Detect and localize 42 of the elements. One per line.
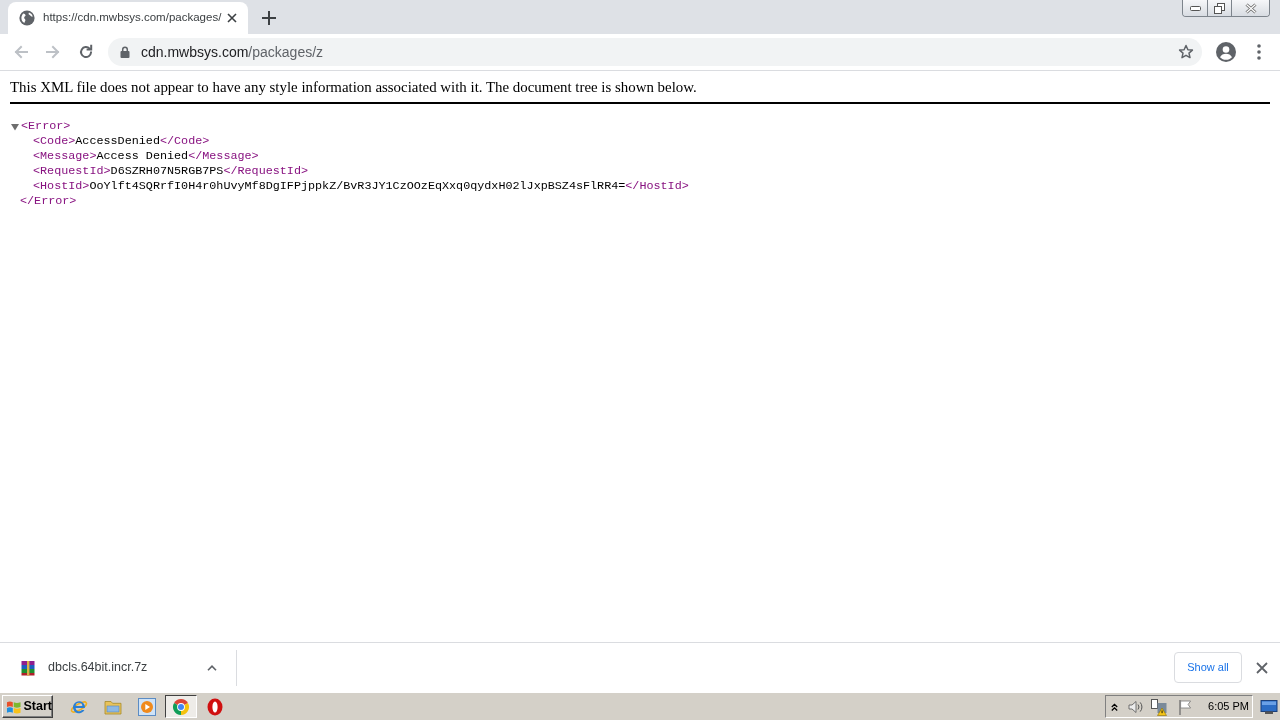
caret-icon[interactable]	[207, 664, 217, 671]
restore-button[interactable]	[1207, 0, 1231, 16]
lock-icon	[120, 46, 130, 58]
network-warning-icon[interactable]	[1150, 697, 1169, 716]
xml-line: </Error>	[20, 194, 77, 209]
o-logo-icon[interactable]	[206, 697, 224, 716]
reload-icon[interactable]	[78, 44, 94, 60]
minimize-button[interactable]	[1183, 0, 1207, 16]
person-icon[interactable]	[1216, 42, 1236, 62]
close-icon[interactable]	[1256, 661, 1268, 674]
collapse-triangle-icon[interactable]	[11, 122, 19, 131]
taskbar-button[interactable]	[165, 695, 197, 718]
play-icon[interactable]	[138, 697, 156, 716]
xml-line: <Message>Access Denied</Message>	[33, 149, 259, 164]
notice-text: This XML file does not appear to have any style information associated with it. The document tree is shown below.	[10, 79, 1270, 104]
xml-line: <Code>AccessDenied</Code>	[33, 134, 210, 149]
url-host-text: cdn.mwbsys.com	[141, 42, 249, 62]
address-field[interactable]: cdn.mwbsys.com/packages/z	[108, 38, 1202, 66]
clock-text[interactable]: 6:05 PM	[1208, 698, 1249, 715]
minimize-icon	[1189, 5, 1201, 11]
globe-icon	[19, 10, 35, 26]
url-path-text: /packages/z	[248, 42, 324, 62]
restore-icon	[1214, 2, 1225, 14]
chevron-up-icon[interactable]	[1111, 702, 1119, 711]
close-button[interactable]	[1231, 0, 1269, 16]
xml-line: <RequestId>D6SZRH07N5RGB7PS</RequestId>	[33, 164, 309, 179]
xml-line: <HostId>OoYlft4SQRrfI0H4r0hUvyMf8DgIFPjppkZ/BvR3JY1CzOOzEqXxq0qydxH02lJxpBSZ4sFlRR4=</HostId>	[33, 179, 689, 194]
close-icon	[1244, 2, 1257, 14]
plus-icon[interactable]	[262, 11, 276, 25]
monitor-icon[interactable]	[1260, 698, 1278, 715]
flag-icon[interactable]	[1177, 698, 1194, 715]
download-filename[interactable]: dbcls.64bit.incr.7z	[48, 658, 148, 677]
start-logo-icon	[6, 698, 22, 715]
star-icon[interactable]	[1178, 44, 1194, 60]
close-icon[interactable]	[227, 13, 237, 23]
start-button[interactable]: Start	[2, 695, 53, 718]
browser-tab[interactable]: https://cdn.mwbsys.com/packages/	[8, 2, 248, 34]
show-all-button[interactable]: Show all	[1174, 652, 1242, 683]
archive-icon	[20, 659, 36, 676]
ring-logo-icon	[172, 697, 190, 716]
xml-line: <Error>	[21, 119, 71, 134]
menu-icon[interactable]	[1257, 44, 1261, 60]
